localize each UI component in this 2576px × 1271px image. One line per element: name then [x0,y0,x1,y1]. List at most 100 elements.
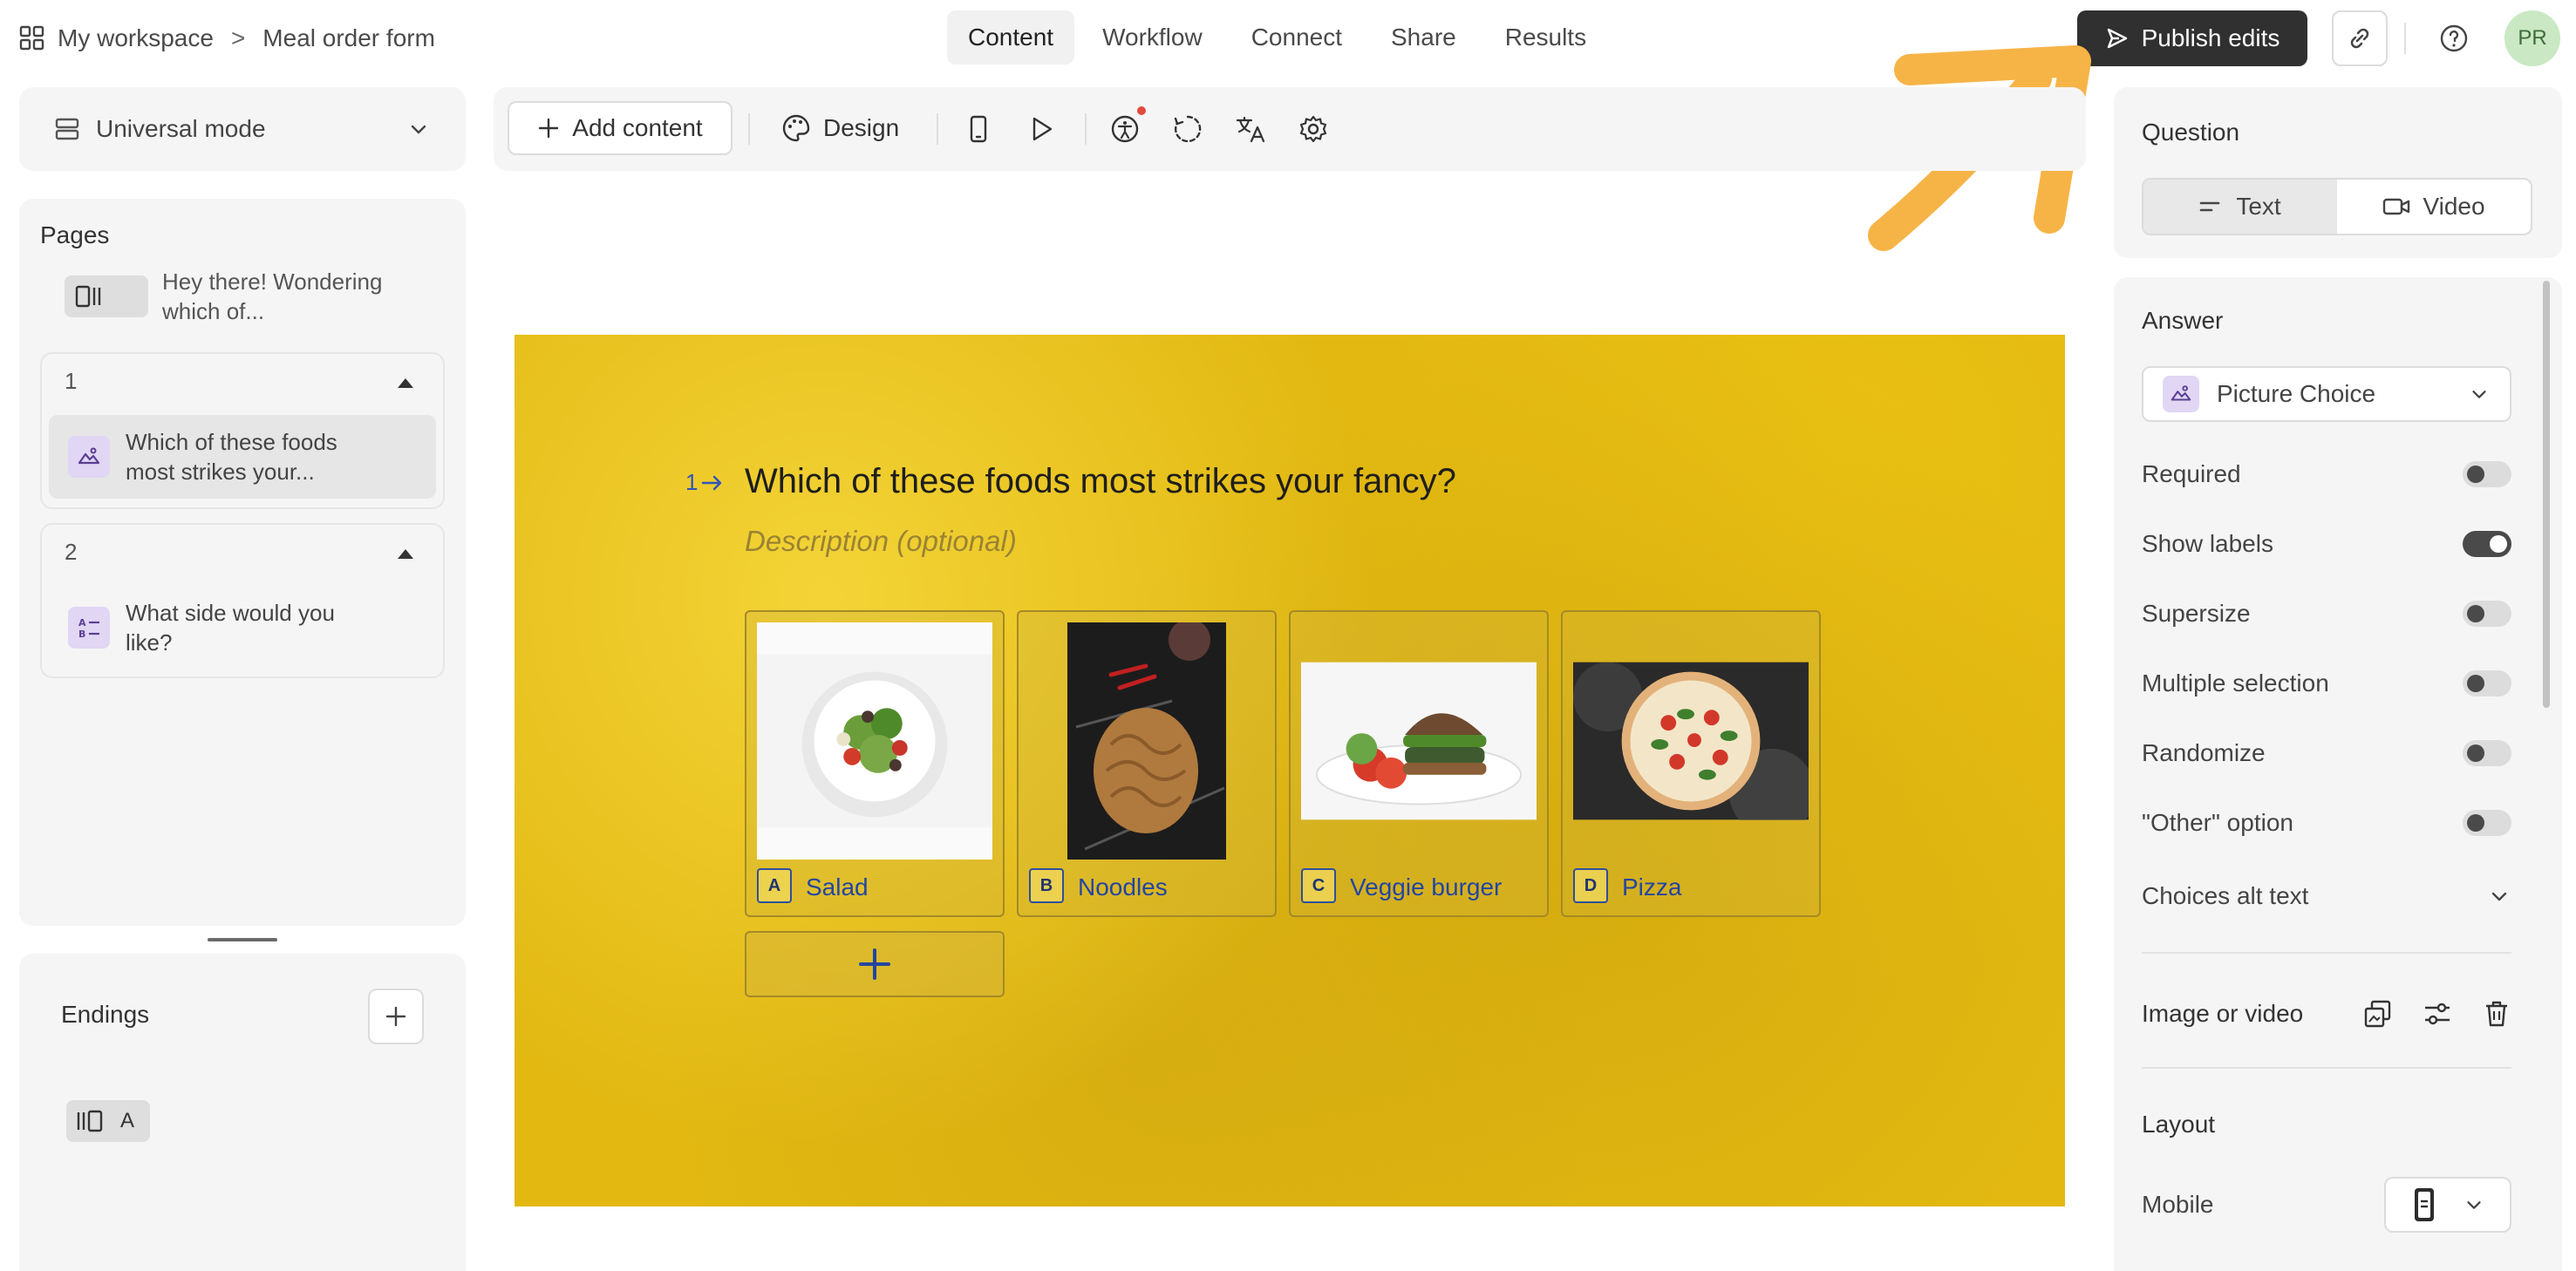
tab-content[interactable]: Content [947,10,1075,65]
send-icon [2107,28,2127,49]
choice-letter: A [757,868,792,903]
right-panel-scrollbar[interactable] [2543,281,2550,708]
page-item-question-2[interactable]: A B What side would you like? [49,586,436,669]
page-group-2: 2 A B What side would you like? [40,523,445,678]
breadcrumb-separator: > [230,24,246,51]
page-item-text: What side would you like? [126,600,335,656]
option-show-labels: Show labels [2142,527,2511,561]
publish-edits-button[interactable]: Publish edits [2077,10,2307,66]
question-type-toggle: Text Video [2142,178,2532,235]
user-avatar[interactable]: PR [2504,10,2560,66]
tab-share[interactable]: Share [1370,10,1477,65]
choice-pizza[interactable]: D Pizza [1561,610,1821,917]
supersize-toggle[interactable] [2463,601,2511,627]
text-mode-button[interactable]: Text [2143,180,2337,234]
image-video-actions [2363,999,2511,1029]
choice-label[interactable]: Noodles [1078,873,1168,901]
section-divider [2142,952,2511,954]
picture-choice-icon [68,436,110,478]
collapse-caret-icon[interactable] [398,549,413,559]
plus-icon [385,1006,406,1027]
toolbar-divider [1085,113,1087,145]
choices-alt-text-row[interactable]: Choices alt text [2142,879,2511,914]
add-choice-button[interactable] [745,931,1005,997]
add-ending-button[interactable] [368,989,424,1044]
svg-text:B: B [78,629,85,640]
breadcrumb-workspace[interactable]: My workspace [58,24,214,52]
ending-item[interactable]: A [66,1100,150,1142]
adjust-sliders-icon[interactable] [2423,999,2452,1029]
alt-text-label: Choices alt text [2142,882,2309,909]
link-icon [2350,28,2369,49]
show-labels-toggle[interactable] [2463,531,2511,557]
page-item-question-1[interactable]: Which of these foods most strikes your..… [49,415,436,499]
question-description[interactable]: Description (optional) [745,525,1017,558]
tab-results[interactable]: Results [1484,10,1607,65]
text-mode-label: Text [2236,193,2281,220]
option-label: Supersize [2142,600,2251,627]
panel-resize-handle[interactable] [208,938,277,941]
option-label: Required [2142,460,2241,487]
page-item-text: Which of these foods most strikes your..… [126,429,337,485]
help-button[interactable] [2433,17,2475,59]
option-randomize: Randomize [2142,736,2511,771]
choice-label[interactable]: Pizza [1622,873,1681,901]
page-group-1: 1 Which of these foods most strikes your… [40,352,445,509]
settings-button[interactable] [1298,113,1329,145]
video-mode-button[interactable]: Video [2337,180,2531,234]
accessibility-button[interactable] [1109,113,1141,145]
welcome-screen-item[interactable]: Hey there! Wondering which of... [65,267,440,330]
picture-choice-icon [2163,376,2199,412]
copy-link-button[interactable] [2332,10,2388,66]
mobile-preview-button[interactable] [963,113,994,145]
pages-panel: Pages Hey there! Wondering which of... 1… [19,199,466,926]
welcome-badge [65,275,148,317]
choice-label[interactable]: Salad [806,873,869,901]
tab-connect[interactable]: Connect [1230,10,1363,65]
add-content-label: Add content [572,114,703,141]
question-panel-title: Question [2142,119,2240,146]
tab-workflow[interactable]: Workflow [1081,10,1223,65]
required-toggle[interactable] [2463,461,2511,487]
add-content-button[interactable]: Add content [508,101,733,155]
mode-selector[interactable]: Universal mode [19,87,466,171]
option-required: Required [2142,457,2511,492]
answer-type-select[interactable]: Picture Choice [2142,366,2511,422]
play-icon [1032,117,1053,141]
design-button[interactable]: Design [781,101,899,155]
choice-veggie-burger[interactable]: C Veggie burger [1289,610,1549,917]
question-settings-panel: Question Text Video [2114,87,2562,258]
pizza-image [1573,622,1809,860]
choice-letter: C [1301,868,1336,903]
question-number: 1 [685,469,724,496]
question-title[interactable]: Which of these foods most strikes your f… [745,462,1456,501]
breadcrumb-form-name[interactable]: Meal order form [262,24,435,52]
page-group-number: 1 [65,368,78,394]
choice-label[interactable]: Veggie burger [1350,873,1502,901]
randomize-toggle[interactable] [2463,740,2511,766]
replace-image-icon[interactable] [2363,999,2393,1029]
image-video-label: Image or video [2142,1000,2304,1027]
mode-label: Universal mode [96,115,266,142]
choice-salad[interactable]: A Salad [745,610,1005,917]
video-mode-label: Video [2423,193,2485,220]
trash-icon[interactable] [2482,999,2511,1029]
translate-button[interactable] [1235,113,1266,145]
plus-icon [859,948,890,980]
mobile-layout-row: Mobile [2142,1177,2511,1233]
option-label: "Other" option [2142,809,2293,836]
choice-noodles[interactable]: B Noodles [1017,610,1277,917]
ending-letter: A [120,1109,135,1132]
preview-play-button[interactable] [1026,113,1057,145]
other-option-toggle[interactable] [2463,810,2511,836]
multiple-selection-toggle[interactable] [2463,670,2511,697]
option-label: Randomize [2142,739,2266,766]
mobile-layout-icon [2414,1188,2434,1221]
collapse-caret-icon[interactable] [398,378,413,388]
help-icon [2440,24,2468,52]
loading-style-button[interactable] [1172,113,1203,145]
apps-grid-icon[interactable] [19,25,45,51]
mobile-layout-select[interactable] [2384,1177,2511,1233]
choice-letter: B [1029,868,1064,903]
mobile-icon [970,115,987,143]
